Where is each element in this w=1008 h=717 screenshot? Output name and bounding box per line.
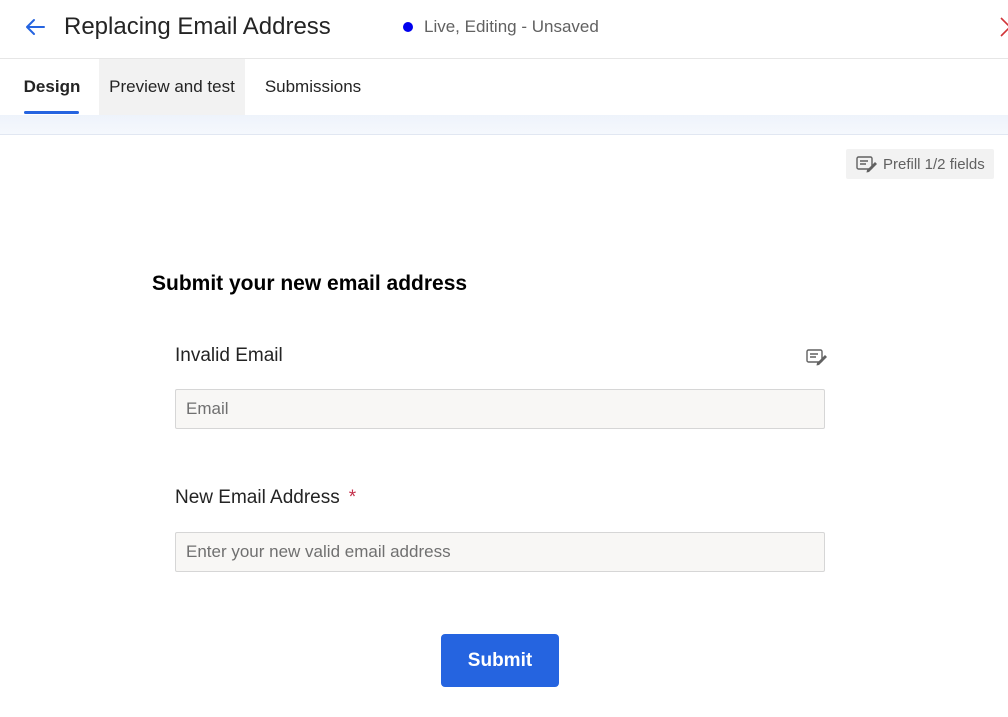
page-title: Replacing Email Address bbox=[64, 13, 331, 40]
tab-preview-label: Preview and test bbox=[109, 77, 235, 96]
app-header: Replacing Email Address Live, Editing - … bbox=[0, 0, 1008, 59]
tab-bar: Design Preview and test Submissions bbox=[0, 59, 1008, 115]
active-tab-indicator bbox=[24, 111, 79, 114]
tab-submissions-label: Submissions bbox=[264, 77, 362, 96]
invalid-email-label-text: Invalid Email bbox=[175, 345, 283, 366]
tab-design-label: Design bbox=[23, 77, 81, 96]
tab-design[interactable]: Design bbox=[14, 59, 90, 115]
tab-submissions[interactable]: Submissions bbox=[255, 59, 371, 115]
prefill-edit-icon[interactable] bbox=[806, 348, 828, 366]
back-button[interactable] bbox=[20, 12, 50, 42]
new-email-label-text: New Email Address bbox=[175, 487, 340, 508]
prefill-edit-icon bbox=[856, 156, 877, 173]
form-heading: Submit your new email address bbox=[152, 272, 468, 295]
form-status: Live, Editing - Unsaved bbox=[403, 15, 599, 39]
required-asterisk: * bbox=[348, 487, 357, 508]
prefill-button[interactable]: Prefill 1/2 fields bbox=[846, 149, 994, 179]
submit-button[interactable]: Submit bbox=[441, 634, 559, 687]
new-email-label: New Email Address * bbox=[175, 487, 356, 509]
invalid-email-label: Invalid Email bbox=[175, 345, 283, 367]
status-dot-icon bbox=[403, 22, 413, 32]
status-text: Live, Editing - Unsaved bbox=[424, 17, 599, 36]
new-email-input[interactable] bbox=[175, 532, 825, 572]
close-button[interactable] bbox=[998, 14, 1008, 40]
tab-preview-and-test[interactable]: Preview and test bbox=[99, 59, 245, 115]
toolbar-band bbox=[0, 115, 1008, 135]
invalid-email-input[interactable] bbox=[175, 389, 825, 429]
prefill-label: Prefill 1/2 fields bbox=[883, 155, 985, 173]
close-icon bbox=[1000, 17, 1008, 37]
arrow-left-icon bbox=[26, 19, 45, 35]
